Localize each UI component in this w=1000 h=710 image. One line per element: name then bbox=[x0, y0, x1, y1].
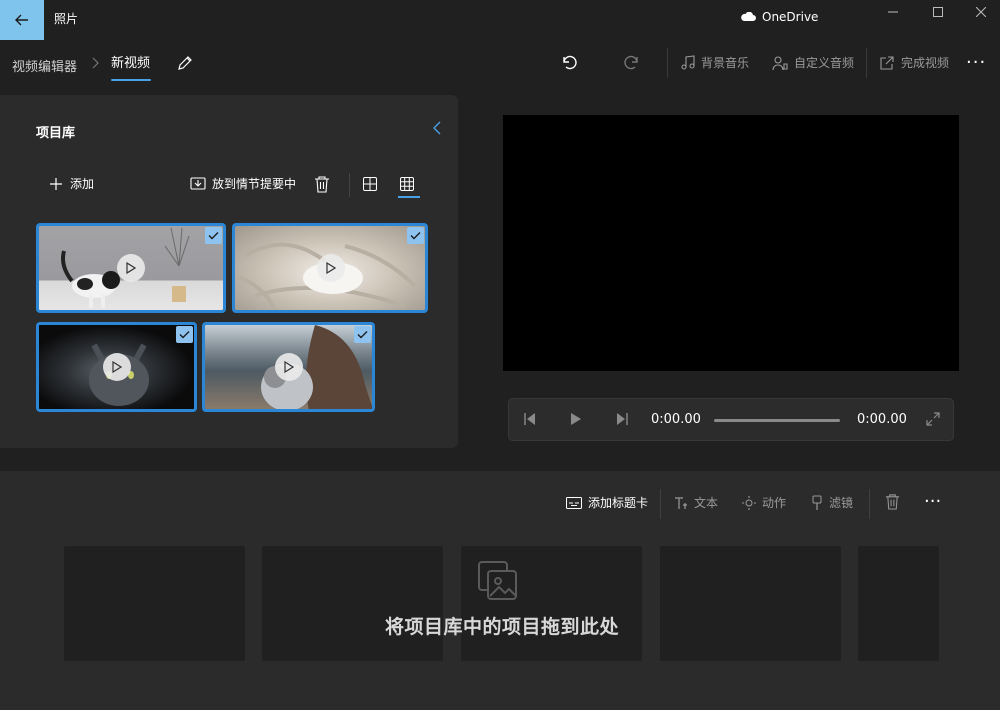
project-library-panel: 项目库 添加 放到情节提要中 bbox=[0, 95, 458, 448]
undo-icon[interactable] bbox=[560, 54, 578, 72]
close-button[interactable] bbox=[958, 0, 1000, 24]
storyboard-drop-hint: 将项目库中的项目拖到此处 bbox=[385, 616, 620, 638]
breadcrumb-video-editor[interactable]: 视频编辑器 bbox=[12, 56, 77, 75]
storyboard-slot bbox=[858, 546, 939, 661]
onedrive-label: OneDrive bbox=[762, 10, 819, 24]
storyboard-place-icon bbox=[190, 176, 206, 190]
filters-button[interactable]: 滤镜 bbox=[811, 494, 853, 511]
onedrive-button[interactable]: OneDrive bbox=[740, 10, 818, 24]
selected-checkbox[interactable] bbox=[176, 326, 193, 343]
library-thumbnail[interactable] bbox=[202, 322, 375, 412]
small-grid-view-icon[interactable] bbox=[400, 177, 414, 191]
fullscreen-icon[interactable] bbox=[926, 412, 940, 426]
selected-checkbox[interactable] bbox=[205, 227, 222, 244]
storyboard-toolbar-divider bbox=[869, 489, 870, 519]
next-frame-icon[interactable] bbox=[615, 412, 629, 426]
share-icon bbox=[880, 55, 894, 70]
minimize-button[interactable] bbox=[870, 0, 916, 24]
motion-icon bbox=[742, 495, 756, 510]
current-time: 0:00.00 bbox=[651, 412, 701, 427]
library-thumbnail[interactable] bbox=[36, 322, 197, 412]
library-toolbar-divider bbox=[349, 173, 350, 197]
trash-icon[interactable] bbox=[885, 493, 900, 510]
more-options-button[interactable]: ··· bbox=[966, 52, 986, 73]
place-in-storyboard-button[interactable]: 放到情节提要中 bbox=[190, 175, 296, 192]
text-button[interactable]: 文本 bbox=[674, 494, 718, 511]
playback-controls: 0:00.00 0:00.00 bbox=[508, 398, 954, 441]
finish-video-label: 完成视频 bbox=[901, 56, 950, 70]
music-note-icon bbox=[681, 54, 695, 70]
storyboard-slot bbox=[64, 546, 245, 661]
library-thumbnail[interactable] bbox=[36, 223, 226, 313]
app-title: 照片 bbox=[54, 12, 79, 26]
chevron-right-icon bbox=[92, 57, 99, 69]
filter-brush-icon bbox=[812, 495, 822, 510]
total-time: 0:00.00 bbox=[857, 412, 907, 427]
text-label: 文本 bbox=[694, 496, 719, 510]
finish-video-button[interactable]: 完成视频 bbox=[879, 54, 949, 71]
previous-frame-icon[interactable] bbox=[523, 412, 537, 426]
play-button[interactable] bbox=[275, 353, 303, 381]
pencil-icon[interactable] bbox=[176, 54, 194, 72]
chevron-left-icon[interactable] bbox=[432, 121, 442, 135]
add-media-button[interactable]: 添加 bbox=[50, 175, 94, 192]
project-library-title: 项目库 bbox=[36, 126, 76, 141]
person-audio-icon bbox=[772, 55, 788, 70]
play-button[interactable] bbox=[117, 254, 145, 282]
plus-icon bbox=[50, 177, 62, 190]
play-icon bbox=[284, 361, 294, 373]
custom-audio-button[interactable]: 自定义音频 bbox=[772, 54, 854, 71]
large-grid-view-icon[interactable] bbox=[363, 177, 377, 191]
library-thumbnail[interactable] bbox=[232, 223, 428, 313]
checkmark-icon bbox=[179, 331, 190, 339]
play-icon bbox=[126, 262, 136, 274]
editor-toolbar: 视频编辑器 新视频 背景音乐 自定义音频 完成视频 ··· bbox=[0, 40, 1000, 88]
cloud-icon bbox=[741, 12, 756, 21]
add-title-card-button[interactable]: 添加标题卡 bbox=[566, 494, 648, 511]
add-media-label: 添加 bbox=[70, 177, 95, 191]
play-icon bbox=[112, 361, 122, 373]
filters-label: 滤镜 bbox=[829, 496, 854, 510]
title-bar: 照片 OneDrive bbox=[0, 0, 1000, 40]
storyboard-more-button[interactable]: ··· bbox=[924, 491, 941, 512]
play-icon bbox=[326, 262, 336, 274]
breadcrumb-current: 新视频 bbox=[111, 56, 151, 71]
toolbar-divider bbox=[866, 48, 867, 78]
maximize-button[interactable] bbox=[915, 0, 961, 24]
view-selected-indicator bbox=[398, 196, 420, 198]
background-music-label: 背景音乐 bbox=[701, 56, 750, 70]
back-button[interactable] bbox=[0, 0, 44, 40]
background-music-button[interactable]: 背景音乐 bbox=[681, 54, 749, 71]
selected-checkbox[interactable] bbox=[407, 227, 424, 244]
redo-icon[interactable] bbox=[623, 54, 641, 72]
motion-label: 动作 bbox=[762, 496, 787, 510]
play-icon[interactable] bbox=[569, 412, 583, 426]
play-button[interactable] bbox=[103, 353, 131, 381]
video-preview[interactable] bbox=[503, 115, 959, 371]
add-title-card-label: 添加标题卡 bbox=[588, 496, 649, 510]
title-card-icon bbox=[566, 496, 582, 509]
close-icon bbox=[976, 7, 986, 17]
storyboard-slot bbox=[262, 546, 443, 661]
text-icon bbox=[675, 496, 687, 509]
checkmark-icon bbox=[208, 232, 219, 240]
checkmark-icon bbox=[410, 232, 421, 240]
storyboard-slot bbox=[660, 546, 841, 661]
play-button[interactable] bbox=[317, 254, 345, 282]
breadcrumb-underline bbox=[111, 79, 151, 81]
trash-icon[interactable] bbox=[314, 175, 330, 193]
maximize-icon bbox=[933, 7, 943, 17]
photo-stack-icon bbox=[478, 561, 517, 600]
minimize-icon bbox=[888, 11, 898, 13]
toolbar-divider bbox=[667, 48, 668, 78]
arrow-left-icon bbox=[15, 14, 28, 26]
place-in-storyboard-label: 放到情节提要中 bbox=[212, 177, 297, 191]
storyboard-toolbar-divider bbox=[660, 489, 661, 519]
selected-checkbox[interactable] bbox=[354, 326, 371, 343]
checkmark-icon bbox=[357, 331, 368, 339]
custom-audio-label: 自定义音频 bbox=[794, 56, 855, 70]
motion-button[interactable]: 动作 bbox=[742, 494, 786, 511]
seek-slider[interactable] bbox=[714, 419, 840, 422]
